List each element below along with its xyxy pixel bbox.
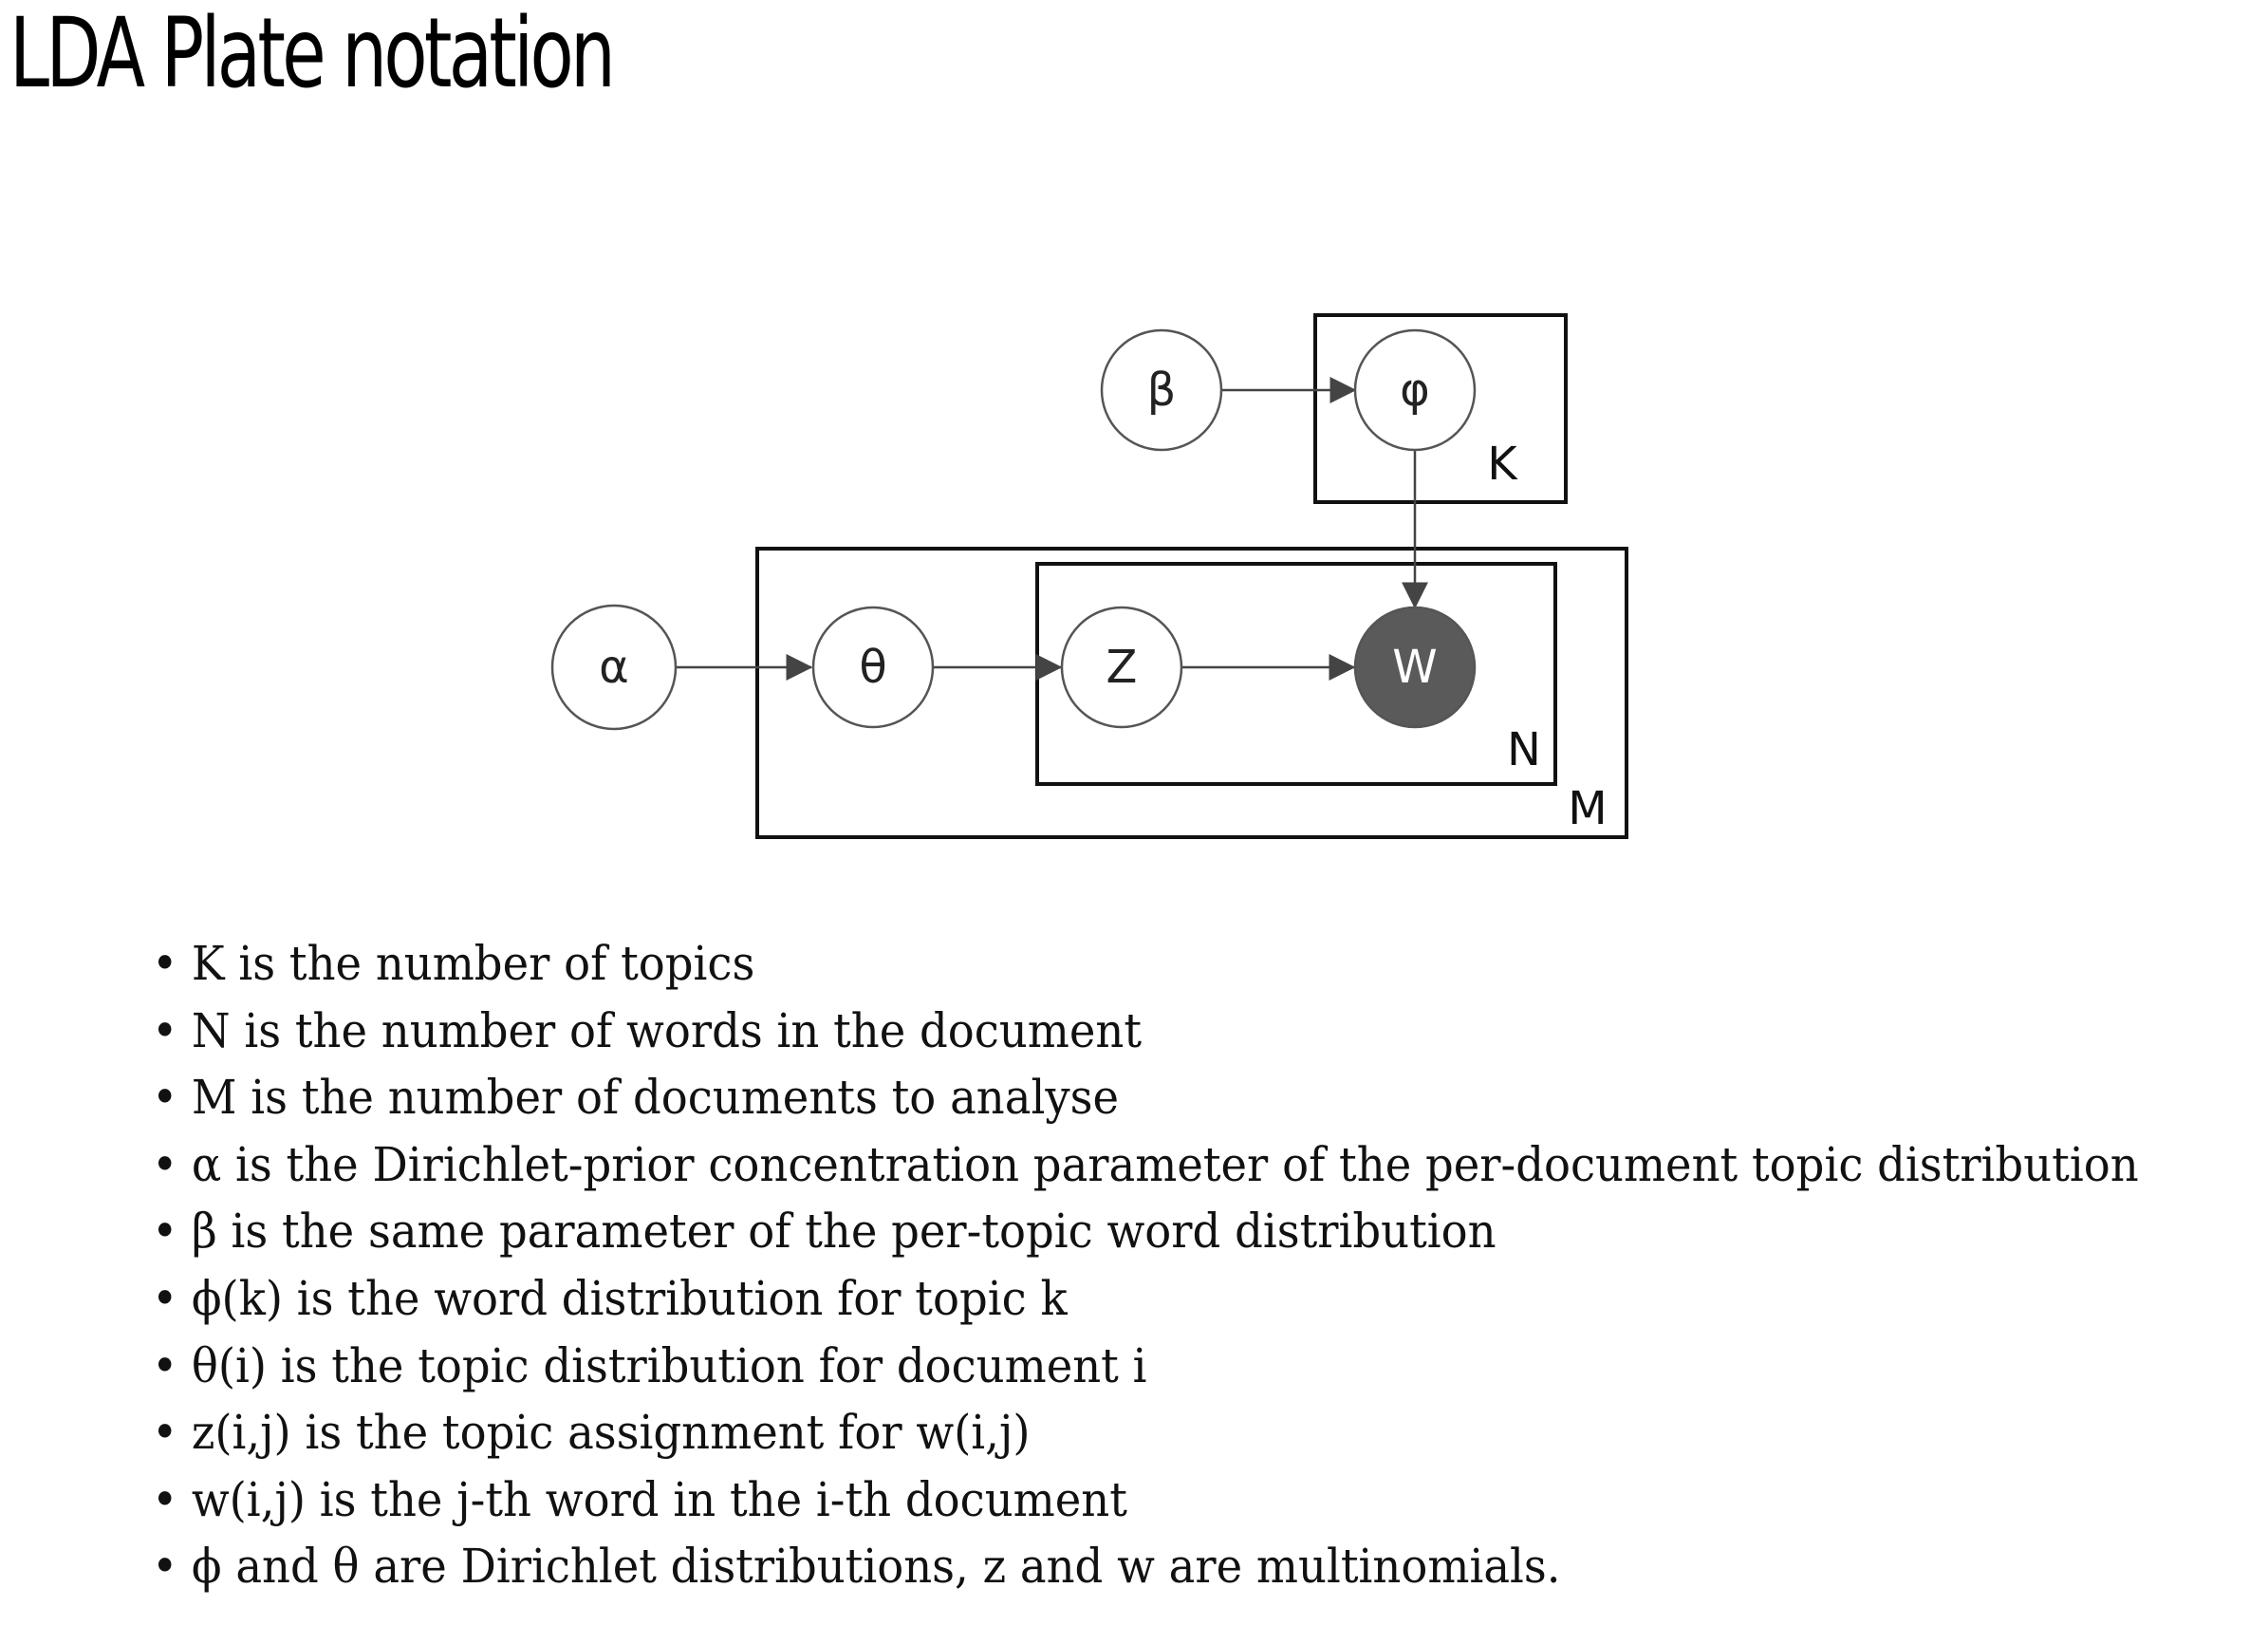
bullet: • (152, 936, 178, 991)
node-w-label: W (1392, 641, 1437, 694)
legend-item-w: • w(i,j) is the j-th word in the i-th doc… (152, 1466, 2139, 1534)
node-theta-label: θ (859, 641, 886, 694)
node-beta-label: β (1147, 364, 1177, 417)
legend-text: ϕ and θ are Dirichlet distributions, z a… (191, 1539, 1561, 1595)
bullet: • (152, 1471, 178, 1527)
bullet: • (152, 1539, 178, 1595)
legend-text: N is the number of words in the document (191, 1002, 1143, 1058)
legend-text: z(i,j) is the topic assignment for w(i,j… (191, 1405, 1031, 1461)
bullet: • (152, 1405, 178, 1461)
legend-item-beta: • β is the same parameter of the per-topi… (152, 1198, 2139, 1265)
node-z-label: Z (1106, 641, 1138, 694)
plate-label-n: N (1507, 723, 1541, 776)
legend-text: w(i,j) is the j-th word in the i-th docu… (191, 1471, 1127, 1527)
legend-text: ϕ(k) is the word distribution for topic … (191, 1270, 1068, 1326)
legend-item-distributions: • ϕ and θ are Dirichlet distributions, z … (152, 1533, 2139, 1600)
legend-text: K is the number of topics (191, 936, 755, 991)
legend-text: M is the number of documents to analyse (191, 1070, 1119, 1126)
plate-label-m: M (1568, 782, 1607, 835)
legend-item-theta: • θ(i) is the topic distribution for docu… (152, 1333, 2139, 1400)
plate-diagram: K N M α θ Z W β φ (550, 313, 1628, 839)
bullet: • (152, 1002, 178, 1058)
legend-text: α is the Dirichlet-prior concentration p… (191, 1136, 2139, 1192)
plate-label-k: K (1487, 438, 1518, 491)
bullet: • (152, 1337, 178, 1393)
legend-list: • K is the number of topics • N is the num… (152, 930, 2268, 1600)
legend-text: β is the same parameter of the per-topic… (191, 1204, 1497, 1260)
legend-item-z: • z(i,j) is the topic assignment for w(i,… (152, 1399, 2139, 1466)
legend-item-phi: • ϕ(k) is the word distribution for topic… (152, 1265, 2139, 1333)
legend-item-alpha: • α is the Dirichlet-prior concentration … (152, 1131, 2139, 1199)
legend-item-n: • N is the number of words in the documen… (152, 998, 2139, 1065)
node-alpha-label: α (599, 641, 629, 694)
legend-text: θ(i) is the topic distribution for docum… (191, 1337, 1147, 1393)
legend-item-k: • K is the number of topics (152, 930, 2139, 998)
bullet: • (152, 1136, 178, 1192)
bullet: • (152, 1070, 178, 1126)
node-phi-label: φ (1400, 364, 1430, 417)
bullet: • (152, 1204, 178, 1260)
legend-item-m: • M is the number of documents to analyse (152, 1064, 2139, 1131)
bullet: • (152, 1270, 178, 1326)
